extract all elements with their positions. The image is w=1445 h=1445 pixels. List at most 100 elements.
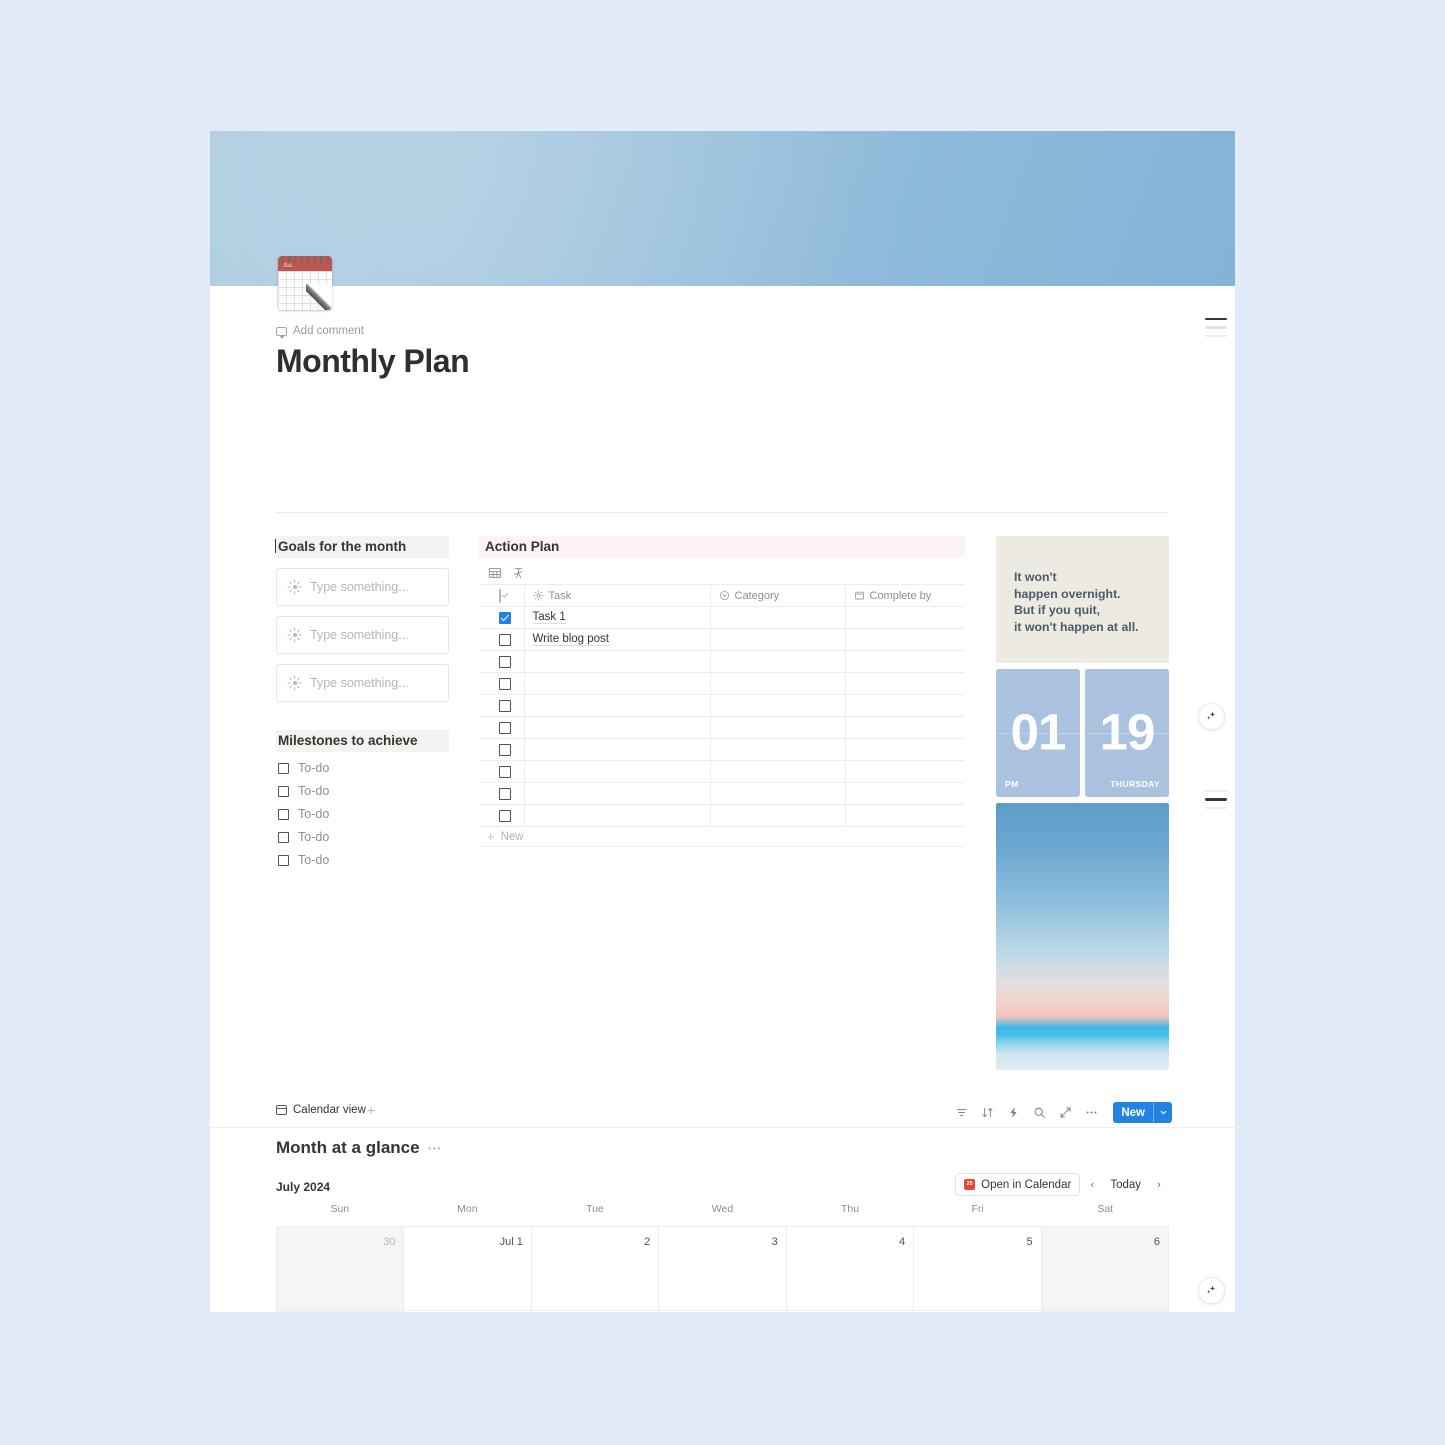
milestone-item-2[interactable]: To-do [276,784,449,798]
row-category-cell[interactable] [710,782,846,805]
calendar-day-cell[interactable]: 10 [659,1311,787,1312]
calendar-day-cell[interactable]: Jul 1 [404,1227,532,1311]
outline-minimap-bottom[interactable] [1205,790,1227,815]
row-task-cell[interactable] [524,650,711,673]
row-checkbox-cell[interactable] [479,694,525,717]
page-cover-image[interactable] [210,131,1235,286]
milestone-item-3[interactable]: To-do [276,807,449,821]
calendar-day-cell[interactable]: 13 [1041,1311,1169,1312]
row-complete-by-cell[interactable] [845,672,965,695]
add-comment-button[interactable]: Add comment [276,325,364,339]
row-checkbox-cell[interactable] [479,672,525,695]
row-checkbox-cell[interactable] [479,716,525,739]
milestone-item-4[interactable]: To-do [276,830,449,844]
row-complete-by-cell[interactable] [845,694,965,717]
table-view-icon[interactable] [488,566,502,580]
table-row[interactable] [479,650,965,673]
checkbox-icon[interactable] [278,854,289,866]
table-row[interactable] [479,782,965,805]
row-task-cell[interactable] [524,738,711,761]
row-task-cell[interactable] [524,782,711,805]
new-button[interactable]: New [1113,1102,1172,1123]
table-new-row-button[interactable]: + New [479,827,965,847]
calendar-day-cell[interactable]: 4 [786,1227,915,1311]
ai-assist-button-top[interactable] [1198,703,1225,730]
row-complete-by-cell[interactable] [845,782,965,805]
row-task-cell[interactable]: Write blog post [524,628,711,651]
checkbox-icon[interactable] [278,785,289,797]
table-row[interactable]: Write blog post [479,628,965,651]
checkbox-icon[interactable] [278,831,289,843]
automation-icon[interactable] [1007,1106,1020,1119]
row-task-cell[interactable]: Task 1 [524,606,711,629]
row-checkbox-cell[interactable] [479,782,525,805]
calendar-block-title[interactable]: Month at a glance [276,1138,420,1158]
checkbox-icon[interactable] [499,765,511,778]
row-category-cell[interactable] [710,804,846,827]
calendar-day-cell[interactable]: 3 [659,1227,787,1311]
row-category-cell[interactable] [710,650,846,673]
checkbox-icon[interactable] [499,655,511,668]
checkbox-icon[interactable] [278,808,289,820]
table-header-complete-by[interactable]: Complete by [845,584,965,607]
row-category-cell[interactable] [710,606,846,629]
calendar-day-cell[interactable]: 30 [277,1227,405,1311]
row-checkbox-cell[interactable] [479,628,525,651]
expand-icon[interactable] [1059,1106,1072,1119]
outline-minimap-top[interactable] [1205,318,1227,343]
calendar-day-cell[interactable]: 12 [914,1311,1042,1312]
row-checkbox-cell[interactable] [479,804,525,827]
row-checkbox-cell[interactable] [479,738,525,761]
milestone-item-1[interactable]: To-do [276,761,449,775]
row-task-cell[interactable] [524,716,711,739]
checkbox-icon[interactable] [499,743,511,756]
next-month-button[interactable]: › [1149,1174,1169,1196]
row-complete-by-cell[interactable] [845,738,965,761]
row-checkbox-cell[interactable] [479,650,525,673]
row-task-cell[interactable] [524,804,711,827]
row-category-cell[interactable] [710,672,846,695]
table-row[interactable]: Task 1 [479,606,965,629]
calendar-day-cell[interactable]: 8 [404,1311,532,1312]
row-complete-by-cell[interactable] [845,650,965,673]
table-header-checkbox[interactable] [479,584,525,607]
open-in-calendar-button[interactable]: Open in Calendar [955,1173,1081,1196]
row-task-cell[interactable] [524,694,711,717]
calendar-day-cell[interactable]: 11 [786,1311,915,1312]
row-complete-by-cell[interactable] [845,628,965,651]
add-view-button[interactable]: + [367,1103,375,1117]
row-checkbox-cell[interactable] [479,760,525,783]
checkbox-icon[interactable] [499,721,511,734]
tab-calendar-view[interactable]: Calendar view [275,1104,366,1116]
row-category-cell[interactable] [710,738,846,761]
filter-icon[interactable] [955,1106,968,1119]
row-category-cell[interactable] [710,628,846,651]
milestone-item-5[interactable]: To-do [276,853,449,867]
goal-input-2[interactable]: Type something... [276,616,449,654]
row-category-cell[interactable] [710,760,846,783]
table-row[interactable] [479,716,965,739]
table-header-category[interactable]: Category [710,584,846,607]
calendar-day-cell[interactable]: 6 [1041,1227,1169,1311]
more-icon[interactable] [1085,1106,1098,1119]
calendar-day-cell[interactable]: 7 [277,1311,405,1312]
table-row[interactable] [479,738,965,761]
checkbox-icon[interactable] [499,787,511,800]
calendar-day-cell[interactable]: 9 [531,1311,660,1312]
search-icon[interactable] [1033,1106,1046,1119]
goal-input-3[interactable]: Type something... [276,664,449,702]
new-button-dropdown[interactable] [1154,1102,1172,1123]
checkbox-icon[interactable] [499,809,511,822]
block-menu-button[interactable]: ··· [428,1140,442,1156]
checkbox-icon[interactable] [499,699,511,712]
row-task-cell[interactable] [524,760,711,783]
row-task-cell[interactable] [524,672,711,695]
row-complete-by-cell[interactable] [845,606,965,629]
table-row[interactable] [479,694,965,717]
page-icon-calendar-emoji[interactable]: JUL [278,256,332,312]
checkbox-icon[interactable] [499,611,511,624]
row-checkbox-cell[interactable] [479,606,525,629]
page-title[interactable]: Monthly Plan [276,343,470,380]
checkbox-icon[interactable] [499,677,511,690]
row-category-cell[interactable] [710,716,846,739]
